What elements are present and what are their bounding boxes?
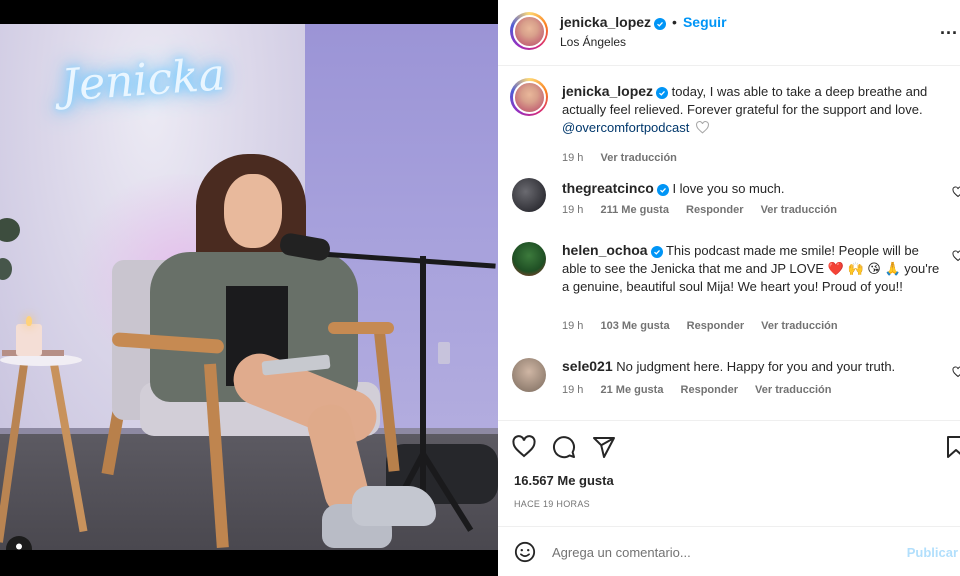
comment-text: I love you so much. [672,181,785,196]
heart-outline-icon[interactable] [695,121,710,134]
post-location[interactable]: Los Ángeles [560,35,626,49]
comment-likes[interactable]: 21 Me gusta [600,384,663,396]
likes-count[interactable]: 16.567 Me gusta [514,473,614,488]
author-avatar[interactable] [510,12,548,50]
comment-time: 19 h [562,320,584,332]
post-photo[interactable]: Jenicka [0,24,498,550]
comment-username[interactable]: helen_ochoa [562,242,648,258]
post-media: Jenicka [0,0,498,576]
post-age: HACE 19 HORAS [514,499,590,509]
follow-button[interactable]: Seguir [683,14,727,30]
chair-arm [328,322,394,334]
post-panel: jenicka_lopez • Seguir Los Ángeles ... jen… [498,0,960,576]
reply-button[interactable]: Responder [687,320,744,332]
comment-username[interactable]: thegreatcinco [562,180,654,196]
translate-link[interactable]: Ver traducción [755,384,831,396]
comment-likes[interactable]: 103 Me gusta [600,320,669,332]
publish-button[interactable]: Publicar [907,545,958,560]
comment-time: 19 h [562,204,584,216]
verified-icon [656,184,669,196]
comment-time: 19 h [562,384,584,396]
separator-dot: • [672,14,677,30]
comment-username[interactable]: sele021 [562,358,613,374]
caption-mention[interactable]: @overcomfortpodcast [562,120,689,135]
emoji-icon[interactable] [514,541,536,563]
like-comment-icon[interactable] [952,366,960,378]
caption-translate-link[interactable]: Ver traducción [600,152,676,164]
verified-icon [650,246,663,258]
comment-body: thegreatcinco I love you so much. [562,179,942,198]
comments-list: jenicka_lopez today, I was able to take … [498,66,960,421]
caption-time: 19 h [562,152,584,164]
add-comment-bar: Publicar [498,526,960,576]
reply-button[interactable]: Responder [681,384,738,396]
person-shoe [352,486,436,526]
reply-button[interactable]: Responder [686,204,743,216]
verified-icon [654,18,667,30]
translate-link[interactable]: Ver traducción [761,320,837,332]
commenter-avatar[interactable] [512,242,546,276]
caption-username[interactable]: jenicka_lopez [562,83,653,99]
commenter-avatar[interactable] [512,178,546,212]
comment-text: No judgment here. Happy for you and your… [616,359,896,374]
comment-likes[interactable]: 211 Me gusta [600,204,668,216]
comment-meta: 19 h 21 Me gusta Responder Ver traducció… [562,384,845,396]
post-header: jenicka_lopez • Seguir Los Ángeles ... [498,0,960,66]
share-send-icon[interactable] [592,435,616,459]
verified-icon [656,87,669,99]
candle [16,324,42,356]
caption-meta: 19 h Ver traducción [562,152,691,164]
comment-input[interactable] [552,540,882,564]
candle-flame [26,316,32,326]
author-username[interactable]: jenicka_lopez [560,14,651,30]
caption-avatar[interactable] [510,78,548,116]
neon-sign: Jenicka [59,49,227,112]
header-user-line: jenicka_lopez • Seguir [560,14,727,30]
like-heart-icon[interactable] [512,435,536,459]
comment-bubble-icon[interactable] [552,435,576,459]
comment-body: helen_ochoa This podcast made me smile! … [562,241,942,296]
mic-stand [420,256,426,518]
wall-outlet [438,342,450,364]
comment-meta: 19 h 211 Me gusta Responder Ver traducci… [562,204,851,216]
like-comment-icon[interactable] [952,186,960,198]
bookmark-icon[interactable] [944,435,960,459]
commenter-avatar[interactable] [512,358,546,392]
comment-meta: 19 h 103 Me gusta Responder Ver traducci… [562,320,852,332]
translate-link[interactable]: Ver traducción [761,204,837,216]
comment-body: sele021 No judgment here. Happy for you … [562,357,942,376]
post-actions: 16.567 Me gusta HACE 19 HORAS [498,420,960,525]
caption-body: jenicka_lopez today, I was able to take … [562,82,942,137]
like-comment-icon[interactable] [952,250,960,262]
more-options-icon[interactable]: ... [940,18,958,39]
person-face [224,174,282,248]
